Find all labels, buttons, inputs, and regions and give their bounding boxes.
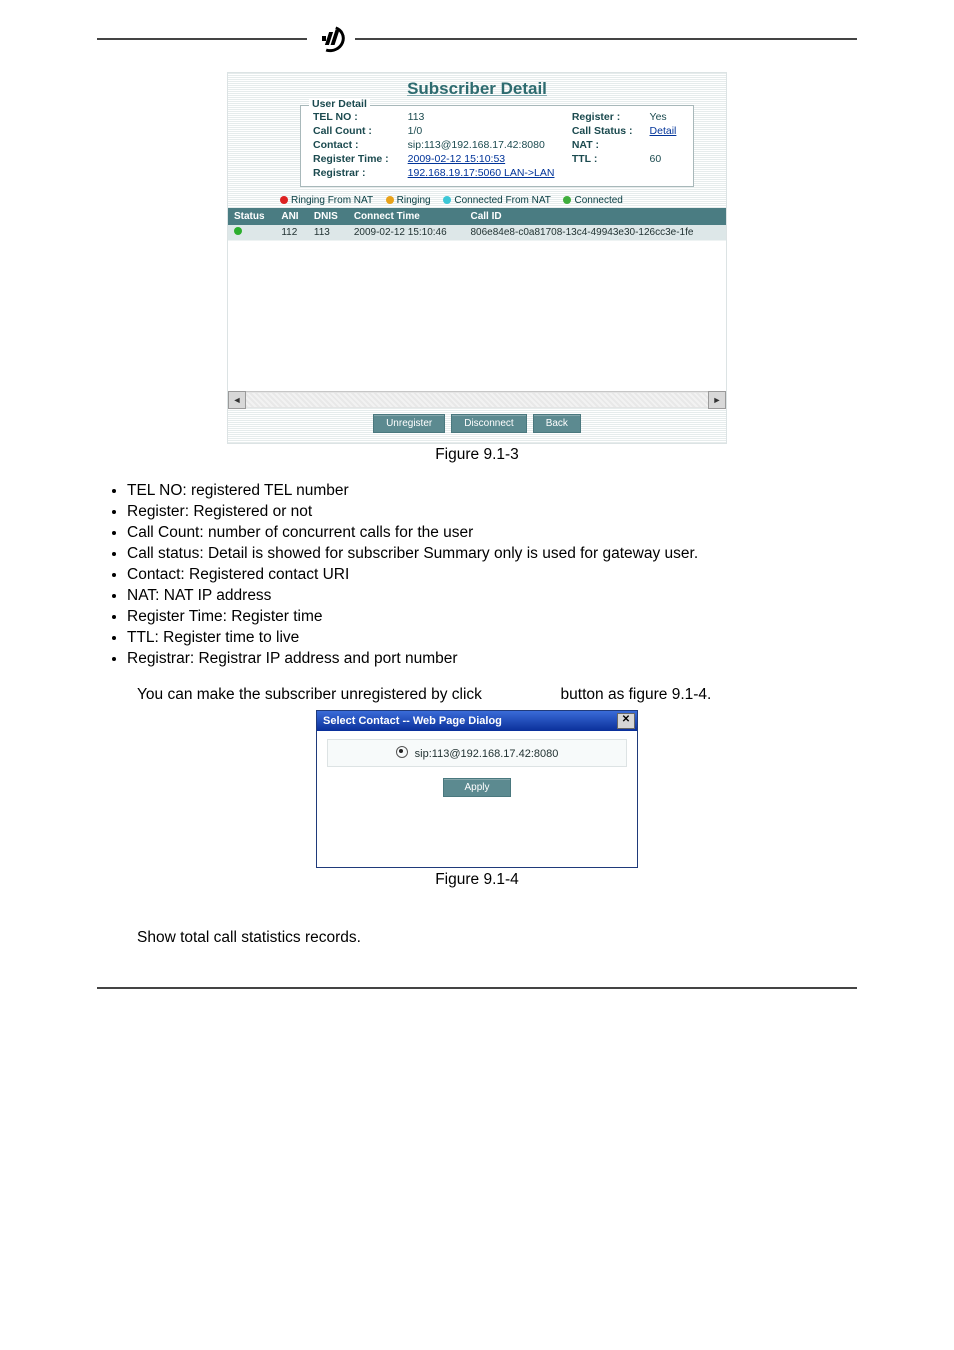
status-dot-icon (563, 196, 571, 204)
list-item: TEL NO: registered TEL number (127, 482, 857, 500)
cell-connecttime: 2009-02-12 15:10:46 (348, 225, 465, 240)
col-ani: ANI (275, 208, 308, 225)
col-connecttime: Connect Time (348, 208, 465, 225)
list-item: NAT: NAT IP address (127, 587, 857, 605)
value-callcount: 1/0 (404, 124, 568, 138)
list-item: Registrar: Registrar IP address and port… (127, 650, 857, 668)
label-callcount: Call Count : (309, 124, 404, 138)
status-legend: Ringing From NAT Ringing Connected From … (240, 189, 714, 208)
list-item: TTL: Register time to live (127, 629, 857, 647)
cell-callid: 806e84e8-c0a81708-13c4-49943e30-126cc3e-… (465, 225, 727, 240)
table-row: Call Count : 1/0 Call Status : Detail (309, 124, 685, 138)
figure-caption: Figure 9.1-4 (97, 871, 857, 889)
footer-rule (97, 987, 857, 989)
unregister-button[interactable]: Unregister (373, 414, 445, 433)
status-dot-icon (234, 227, 242, 235)
calls-grid: Status ANI DNIS Connect Time Call ID 112… (228, 208, 726, 240)
status-dot-icon (386, 196, 394, 204)
value-ttl: 60 (646, 152, 685, 166)
field-description-list: TEL NO: registered TEL number Register: … (103, 482, 857, 668)
label-ttl: TTL : (568, 152, 646, 166)
header-rule (97, 26, 857, 52)
value-contact: sip:113@192.168.17.42:8080 (404, 138, 568, 152)
status-dot-icon (443, 196, 451, 204)
label-regtime: Register Time : (309, 152, 404, 166)
cell-status (228, 225, 275, 240)
col-callid: Call ID (465, 208, 727, 225)
cell-ani: 112 (275, 225, 308, 240)
user-detail-table: TEL NO : 113 Register : Yes Call Count :… (309, 110, 685, 180)
contact-option-row[interactable]: sip:113@192.168.17.42:8080 (327, 739, 627, 767)
label-telno: TEL NO : (309, 110, 404, 124)
dialog-title: Select Contact -- Web Page Dialog (323, 715, 502, 727)
panel-heading: Subscriber Detail (240, 79, 714, 99)
list-item: Call status: Detail is showed for subscr… (127, 545, 857, 563)
label-register: Register : (568, 110, 646, 124)
grid-empty-area (228, 240, 726, 391)
list-item: Register: Registered or not (127, 503, 857, 521)
col-dnis: DNIS (308, 208, 348, 225)
cell-dnis: 113 (308, 225, 348, 240)
value-nat (646, 138, 685, 152)
link-callstatus-detail[interactable]: Detail (650, 125, 677, 137)
table-row[interactable]: 112 113 2009-02-12 15:10:46 806e84e8-c0a… (228, 225, 726, 240)
list-item: Register Time: Register time (127, 608, 857, 626)
back-button[interactable]: Back (533, 414, 581, 433)
label-contact: Contact : (309, 138, 404, 152)
table-row: Registrar : 192.168.19.17:5060 LAN->LAN (309, 166, 685, 180)
link-registrar[interactable]: 192.168.19.17:5060 LAN->LAN (408, 167, 555, 179)
figure-caption: Figure 9.1-3 (227, 446, 727, 464)
table-row: Contact : sip:113@192.168.17.42:8080 NAT… (309, 138, 685, 152)
radio-icon[interactable] (396, 746, 408, 758)
fieldset-legend: User Detail (309, 98, 370, 110)
col-status: Status (228, 208, 275, 225)
body-paragraph: Show total call statistics records. (137, 929, 857, 947)
value-register: Yes (646, 110, 685, 124)
label-nat: NAT : (568, 138, 646, 152)
scroll-left-icon[interactable]: ◄ (228, 391, 246, 409)
label-registrar: Registrar : (309, 166, 404, 180)
contact-option-label: sip:113@192.168.17.42:8080 (415, 748, 559, 760)
brand-logo (317, 26, 345, 52)
list-item: Call Count: number of concurrent calls f… (127, 524, 857, 542)
status-dot-icon (280, 196, 288, 204)
legend-label: Ringing (397, 195, 431, 206)
value-telno: 113 (404, 110, 568, 124)
legend-label: Connected (574, 195, 622, 206)
list-item: Contact: Registered contact URI (127, 566, 857, 584)
disconnect-button[interactable]: Disconnect (451, 414, 526, 433)
table-row: TEL NO : 113 Register : Yes (309, 110, 685, 124)
select-contact-dialog: Select Contact -- Web Page Dialog ✕ sip:… (316, 710, 638, 868)
user-detail-fieldset: User Detail TEL NO : 113 Register : Yes … (300, 105, 694, 187)
legend-label: Connected From NAT (454, 195, 550, 206)
legend-label: Ringing From NAT (291, 195, 373, 206)
scroll-right-icon[interactable]: ► (708, 391, 726, 409)
close-icon[interactable]: ✕ (617, 713, 635, 729)
scroll-track[interactable] (246, 393, 708, 407)
apply-button[interactable]: Apply (443, 778, 510, 797)
table-row: Register Time : 2009-02-12 15:10:53 TTL … (309, 152, 685, 166)
subscriber-detail-screenshot: Subscriber Detail User Detail TEL NO : 1… (227, 72, 727, 464)
body-paragraph: You can make the subscriber unregistered… (137, 686, 857, 704)
horizontal-scrollbar[interactable]: ◄ ► (228, 391, 726, 408)
link-regtime[interactable]: 2009-02-12 15:10:53 (408, 153, 506, 165)
label-callstatus: Call Status : (568, 124, 646, 138)
